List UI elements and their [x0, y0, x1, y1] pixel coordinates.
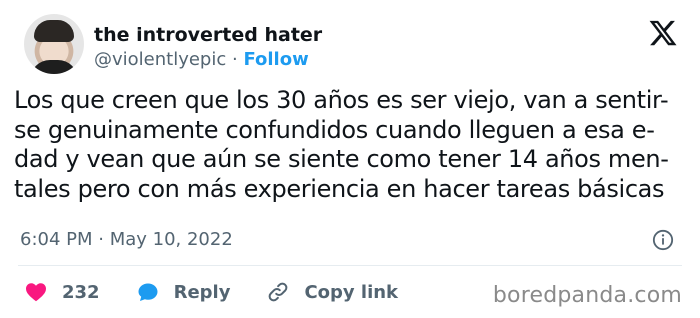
info-icon[interactable] [652, 229, 674, 251]
tweet-timestamp[interactable]: 6:04 PM · May 10, 2022 [20, 229, 233, 250]
x-logo-icon[interactable] [648, 18, 678, 48]
link-icon [269, 282, 288, 302]
tweet-text: Los que creen que los 30 años es ser vie… [14, 86, 669, 203]
reply-bubble-icon [138, 283, 158, 301]
copy-link-label: Copy link [304, 281, 399, 303]
heart-icon [26, 283, 46, 302]
reply-button[interactable]: Reply [136, 280, 231, 304]
author-name[interactable]: the introverted hater [94, 24, 322, 46]
like-count: 232 [62, 281, 100, 303]
divider [18, 265, 682, 266]
author-handle[interactable]: @violentlyepic [94, 49, 226, 70]
action-bar: 232 Reply Copy link [24, 280, 434, 304]
avatar-shirt [30, 60, 78, 74]
author-handle-row: @violentlyepic · Follow [94, 49, 309, 70]
like-button[interactable]: 232 [24, 280, 100, 304]
handle-separator: · [226, 49, 244, 70]
avatar[interactable] [24, 14, 84, 74]
watermark: boredpanda.com [492, 283, 682, 308]
follow-button[interactable]: Follow [243, 49, 308, 70]
avatar-hair [34, 20, 74, 42]
copy-link-button[interactable]: Copy link [266, 280, 398, 304]
reply-label: Reply [173, 281, 231, 303]
